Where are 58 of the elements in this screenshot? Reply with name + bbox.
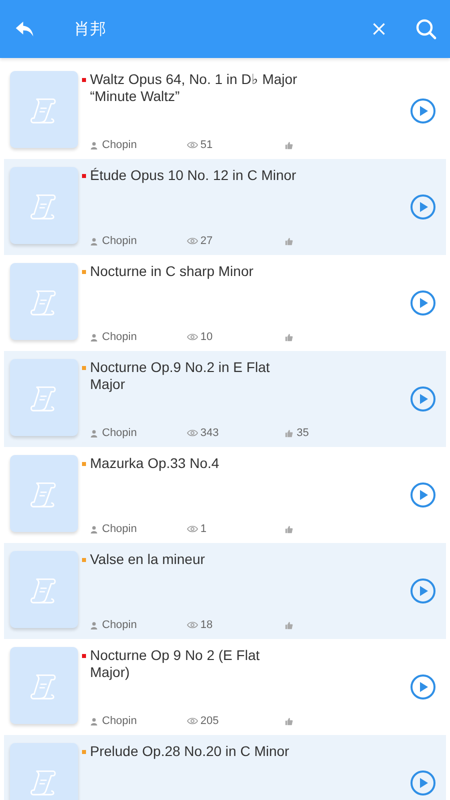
person-icon [90,332,98,342]
play-button[interactable] [410,482,436,508]
thumbs-up-icon[interactable] [284,428,293,438]
thumbs-up-icon[interactable] [284,332,293,342]
song-title: Étude Opus 10 No. 12 in C Minor [90,167,298,184]
eye-icon [187,237,198,245]
song-title: Prelude Op.28 No.20 in C Minor [90,743,290,760]
song-row[interactable]: Valse en la mineur Chopin 18 [4,543,446,639]
play-button[interactable] [410,578,436,604]
play-button[interactable] [410,386,436,412]
author-name: Chopin [102,523,137,535]
like-count: 35 [296,427,309,439]
view-count: 205 [200,715,219,727]
song-row[interactable]: Étude Opus 10 No. 12 in C Minor Chopin 27 [4,159,446,255]
thumbs-up-icon[interactable] [284,140,293,150]
thumbs-up-icon[interactable] [284,620,293,630]
person-icon [90,140,98,150]
person-icon [90,716,98,726]
person-icon [90,524,98,534]
song-title: Waltz Opus 64, No. 1 in D♭ Major “Minute Waltz” [90,71,298,105]
view-count: 27 [200,235,213,247]
thumbs-up-icon[interactable] [284,236,293,246]
eye-icon [187,333,198,341]
search-icon[interactable] [414,17,438,41]
eye-icon [187,621,198,629]
view-count: 10 [200,331,213,343]
person-icon [90,236,98,246]
song-title: Mazurka Op.33 No.4 [90,455,220,472]
eye-icon [187,717,198,725]
song-row[interactable]: Prelude Op.28 No.20 in C Minor [4,735,446,800]
view-count: 51 [200,139,213,151]
author-name: Chopin [102,235,137,247]
author-name: Chopin [102,619,137,631]
person-icon [90,428,98,438]
song-title: Valse en la mineur [90,551,206,568]
author-name: Chopin [102,427,137,439]
author-name: Chopin [102,715,137,727]
song-title: Nocturne Op.9 No.2 in E Flat Major [90,359,271,393]
thumbs-up-icon[interactable] [284,716,293,726]
eye-icon [187,141,198,149]
eye-icon [187,525,198,533]
song-row[interactable]: Nocturne Op.9 No.2 in E Flat Major Chopin 343 35 [4,351,446,447]
play-button[interactable] [410,194,436,220]
view-count: 343 [200,427,219,439]
song-title: Nocturne in C sharp Minor [90,263,254,280]
author-name: Chopin [102,331,137,343]
author-name: Chopin [102,139,137,151]
header-title: 肖邦 [74,18,107,40]
play-button[interactable] [410,290,436,316]
eye-icon [187,429,198,437]
play-button[interactable] [410,674,436,700]
person-icon [90,620,98,630]
thumbs-up-icon[interactable] [284,524,293,534]
play-button[interactable] [410,770,436,796]
view-count: 18 [200,619,213,631]
song-title: Nocturne Op 9 No 2 (E Flat Major) [90,647,261,681]
play-button[interactable] [410,98,436,124]
view-count: 1 [200,523,206,535]
